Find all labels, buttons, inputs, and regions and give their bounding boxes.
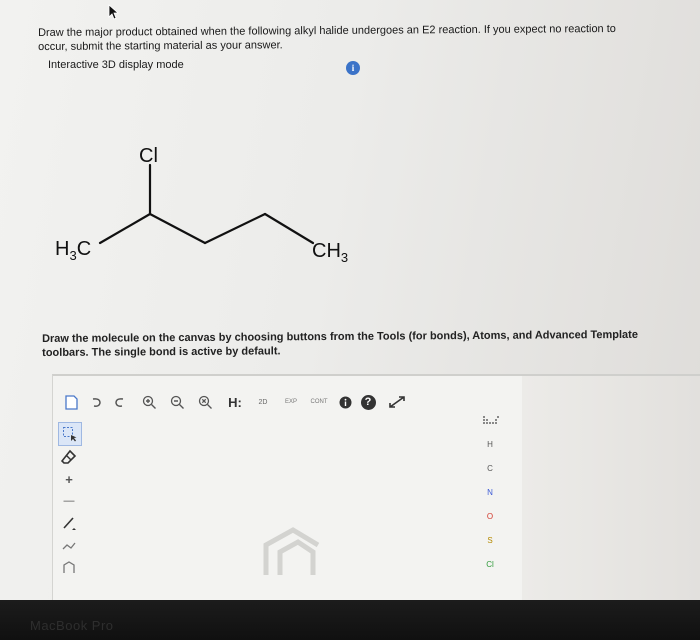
select-tool-button[interactable] — [58, 422, 82, 446]
redo-icon — [115, 398, 124, 407]
bond-c1-c2 — [98, 212, 152, 245]
eraser-tool-button[interactable] — [58, 446, 80, 468]
instructions-text: Draw the molecule on the canvas by choos… — [42, 328, 682, 360]
h3c-subscript: 3 — [69, 248, 76, 263]
interactive-3d-mode-label[interactable]: Interactive 3D display mode — [48, 59, 184, 71]
h3c-h: H — [55, 238, 69, 260]
single-bond-tool-button[interactable] — [58, 512, 80, 534]
lasso-select-icon — [63, 427, 77, 442]
atom-button-n[interactable]: N — [484, 488, 496, 497]
fullscreen-button[interactable] — [386, 392, 408, 412]
zoom-reset-icon — [198, 395, 212, 409]
about-button[interactable] — [338, 392, 352, 412]
atom-button-h[interactable]: H — [484, 440, 496, 449]
new-document-button[interactable] — [62, 392, 80, 412]
undo-button[interactable] — [88, 392, 104, 412]
help-icon: ? — [360, 394, 376, 410]
template-watermark-icon — [263, 527, 320, 575]
bond-c4-c5 — [263, 212, 315, 245]
zoom-in-icon — [142, 395, 156, 409]
eraser-icon — [61, 449, 77, 464]
explicit-hydrogens-button[interactable]: H: — [222, 392, 248, 412]
document-icon — [64, 394, 78, 410]
zoom-in-button[interactable] — [140, 392, 158, 412]
periodic-table-button[interactable] — [482, 414, 500, 428]
cl-label: Cl — [139, 145, 158, 167]
redo-button[interactable] — [112, 392, 128, 412]
bond-c3-c4 — [203, 212, 267, 245]
laptop-brand-label: MacBook Pro — [30, 618, 114, 633]
atom-button-s[interactable]: S — [484, 536, 496, 545]
ring-icon — [63, 561, 75, 573]
zoom-out-button[interactable] — [168, 392, 186, 412]
ch3-subscript: 3 — [341, 250, 348, 265]
single-bond-icon — [63, 517, 76, 530]
screen: Draw the major product obtained when the… — [0, 0, 700, 600]
help-button[interactable]: ? — [360, 392, 376, 412]
chain-icon — [62, 542, 76, 550]
negative-charge-button[interactable]: — — [58, 490, 80, 512]
atom-button-c[interactable]: C — [484, 464, 496, 473]
clean-2d-button[interactable]: 2D — [252, 392, 274, 412]
chain-tool-button[interactable] — [58, 534, 80, 556]
positive-charge-button[interactable]: + — [58, 468, 80, 490]
question-text: Draw the major product obtained when the… — [38, 22, 678, 54]
expand-button[interactable]: EXP — [280, 392, 302, 412]
expand-arrows-icon — [389, 396, 405, 408]
info-icon — [339, 396, 351, 408]
periodic-table-icon — [483, 416, 499, 424]
h3c-label: H3C — [55, 238, 91, 263]
mouse-cursor-icon — [108, 4, 120, 20]
zoom-out-icon — [170, 395, 184, 409]
molecule-structure: Cl H3C CH3 — [55, 145, 348, 265]
atom-button-cl[interactable]: Cl — [484, 560, 496, 569]
contract-button[interactable]: CONT — [306, 392, 332, 412]
info-icon[interactable]: i — [346, 61, 360, 75]
ch3-label: CH3 — [312, 240, 348, 265]
canvas-right-shade — [522, 374, 700, 600]
ch3-ch: CH — [312, 240, 341, 262]
zoom-reset-button[interactable] — [196, 392, 214, 412]
h3c-c: C — [77, 238, 91, 260]
atom-button-o[interactable]: O — [484, 512, 496, 521]
ring-template-button[interactable] — [58, 556, 80, 578]
bond-c2-c3 — [148, 212, 207, 245]
undo-icon — [92, 398, 101, 407]
